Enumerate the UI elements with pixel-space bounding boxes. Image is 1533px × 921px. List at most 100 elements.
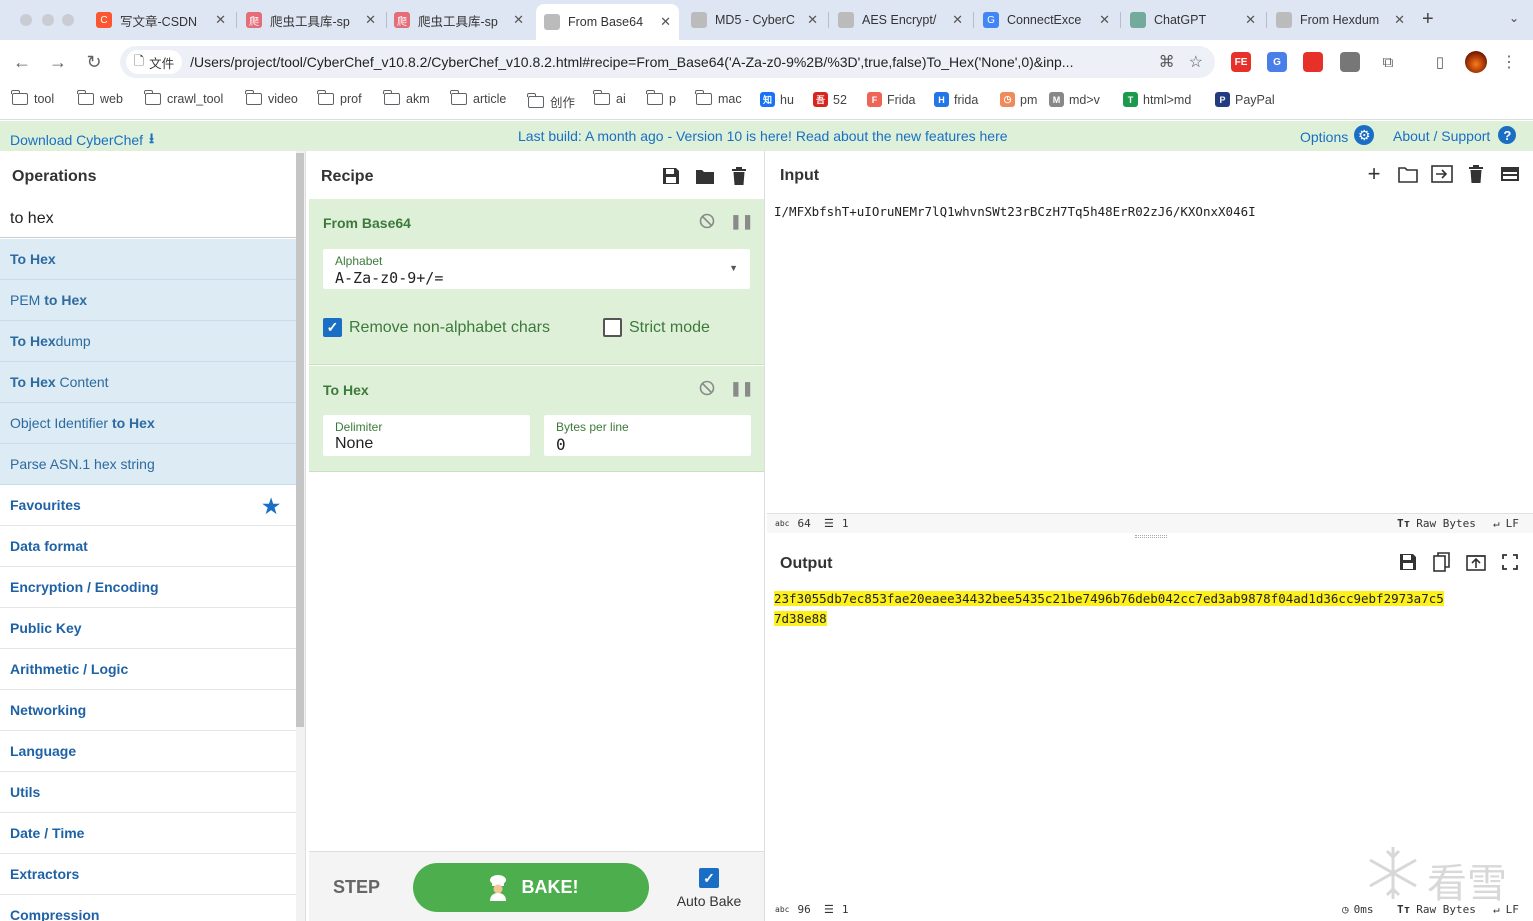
recipe-op-from-base64[interactable]: From Base64 ❚❚ Alphabet A-Za-z0-9+/= ▼ ✓… [309,199,764,365]
operations-scrollbar-thumb[interactable] [296,153,304,727]
browser-menu-icon[interactable]: ⋮ [1497,50,1521,74]
bookmark-item[interactable]: Hfrida [934,92,978,107]
browser-tab[interactable]: 爬爬虫工具库-sp ✕ [386,6,532,34]
tab-search-icon[interactable]: ⌄ [1502,6,1526,30]
bookmark-item[interactable]: p [646,90,676,106]
operation-search-result[interactable]: Object Identifier to Hex [0,403,296,444]
bookmark-item[interactable]: prof [317,90,362,106]
load-recipe-icon[interactable] [694,165,716,187]
browser-tab[interactable]: From Hexdum ✕ [1268,6,1413,34]
bookmark-item[interactable]: akm [383,90,430,106]
reload-icon[interactable]: ↻ [82,50,106,74]
bookmark-item[interactable]: ai [593,90,626,106]
open-folder-icon[interactable] [1397,163,1419,185]
bookmark-item[interactable]: P PayPal [1215,92,1275,107]
fe-helper-icon[interactable]: FE [1231,52,1251,72]
bookmark-item[interactable]: crawl_tool [144,90,223,106]
strict-mode-checkbox[interactable]: Strict mode [603,318,710,337]
operation-category[interactable]: Favourites ★ [0,485,296,526]
add-input-tab-icon[interactable]: + [1363,161,1385,186]
operation-search-result[interactable]: To Hex Content [0,362,296,403]
bookmark-star-icon[interactable]: ☆ [1189,52,1203,72]
operation-search-result[interactable]: To Hex [0,239,296,280]
back-icon[interactable]: ← [10,50,34,74]
breakpoint-icon[interactable]: ❚❚ [730,213,753,230]
browser-tab[interactable]: AES Encrypt/ ✕ [830,6,971,34]
bookmark-item[interactable]: 吾 52 [813,92,847,107]
bookmark-item[interactable]: F Frida [867,92,915,107]
operation-search-result[interactable]: PEM to Hex [0,280,296,321]
bake-button[interactable]: BAKE! [413,863,649,912]
operation-search-result[interactable]: To Hexdump [0,321,296,362]
operation-category[interactable]: Extractors [0,854,296,895]
tab-close-icon[interactable]: ✕ [952,12,963,28]
operation-category[interactable]: Language [0,731,296,772]
profile-avatar[interactable] [1464,50,1488,74]
clear-recipe-icon[interactable] [728,165,750,187]
bytes-per-line-input[interactable]: Bytes per line 0 [544,415,751,456]
browser-tab[interactable]: From Base64 ✕ [536,4,679,40]
browser-tab[interactable]: ChatGPT ✕ [1122,6,1264,34]
replace-input-icon[interactable] [1465,551,1487,573]
bookmark-item[interactable]: tool [11,90,54,106]
extensions-puzzle-icon[interactable]: ⧉ [1376,50,1400,74]
save-recipe-icon[interactable] [660,165,682,187]
operation-category[interactable]: Arithmetic / Logic [0,649,296,690]
browser-tab[interactable]: C 写文章-CSDN ✕ [88,6,234,34]
disable-op-icon[interactable] [699,213,715,232]
bookmark-item[interactable]: video [245,90,298,106]
input-eol-button[interactable]: ↵ LF [1493,517,1519,530]
forward-icon[interactable]: → [46,50,70,74]
extension-red-icon[interactable] [1303,52,1323,72]
delimiter-select[interactable]: Delimiter None [323,415,530,456]
operation-category[interactable]: Encryption / Encoding [0,567,296,608]
breakpoint-icon[interactable]: ❚❚ [730,380,753,397]
disable-op-icon[interactable] [699,380,715,399]
tab-close-icon[interactable]: ✕ [513,12,524,28]
tab-close-icon[interactable]: ✕ [215,12,226,28]
auto-bake-checkbox[interactable]: ✓ Auto Bake [674,868,744,909]
window-close-button[interactable] [20,14,32,26]
tab-close-icon[interactable]: ✕ [1245,12,1256,28]
tab-close-icon[interactable]: ✕ [807,12,818,28]
bookmark-item[interactable]: 创作 [527,92,575,111]
input-encoding-button[interactable]: Tт Raw Bytes [1397,517,1476,530]
new-tab-button[interactable]: + [1422,8,1434,31]
url-text[interactable]: /Users/project/tool/CyberChef_v10.8.2/Cy… [190,54,1145,70]
save-output-icon[interactable] [1397,551,1419,573]
clear-input-icon[interactable] [1465,163,1487,185]
site-info-chip[interactable]: 🗋 文件 [126,50,183,74]
window-minimize-button[interactable] [42,14,54,26]
browser-tab[interactable]: G ConnectExce ✕ [975,6,1118,34]
tab-close-icon[interactable]: ✕ [660,14,671,30]
operations-search-input[interactable]: to hex [0,201,296,238]
translate-page-icon[interactable]: ⌘ [1159,52,1175,72]
input-textarea[interactable]: I/MFXbfshT+uIOruNEMr7lQ1whvnSWt23rBCzH7T… [774,202,1256,222]
open-file-icon[interactable] [1431,163,1453,185]
address-bar[interactable]: 🗋 文件 /Users/project/tool/CyberChef_v10.8… [120,46,1215,78]
tab-close-icon[interactable]: ✕ [1099,12,1110,28]
download-cyberchef-link[interactable]: Download CyberChef ⭳ [10,128,154,152]
bookmark-item[interactable]: article [450,90,506,106]
operation-category[interactable]: Networking [0,690,296,731]
maximise-output-icon[interactable] [1499,551,1521,573]
reset-layout-icon[interactable] [1499,163,1521,185]
shield-extension-icon[interactable] [1340,52,1360,72]
bookmark-item[interactable]: mac [695,90,742,106]
browser-tab[interactable]: 爬爬虫工具库-sp ✕ [238,6,384,34]
operation-category[interactable]: Compression [0,895,296,921]
about-support-button[interactable]: About / Support ? [1393,126,1517,144]
step-button[interactable]: STEP [333,877,380,898]
output-text[interactable]: 23f3055db7ec853fae20eaee34432bee5435c21b… [774,589,1444,629]
bookmark-item[interactable]: web [77,90,123,106]
options-button[interactable]: Options ⚙ [1300,125,1375,145]
operation-category[interactable]: Data format [0,526,296,567]
recipe-op-to-hex[interactable]: To Hex ❚❚ Delimiter None Bytes per line … [309,366,764,472]
operation-category[interactable]: Utils [0,772,296,813]
bookmark-item[interactable]: Mmd>v [1049,92,1100,107]
window-zoom-button[interactable] [62,14,74,26]
bookmark-item[interactable]: Thtml>md [1123,92,1191,107]
operation-search-result[interactable]: Parse ASN.1 hex string [0,444,296,485]
bookmark-item[interactable]: 知 hu [760,92,794,107]
tab-close-icon[interactable]: ✕ [365,12,376,28]
